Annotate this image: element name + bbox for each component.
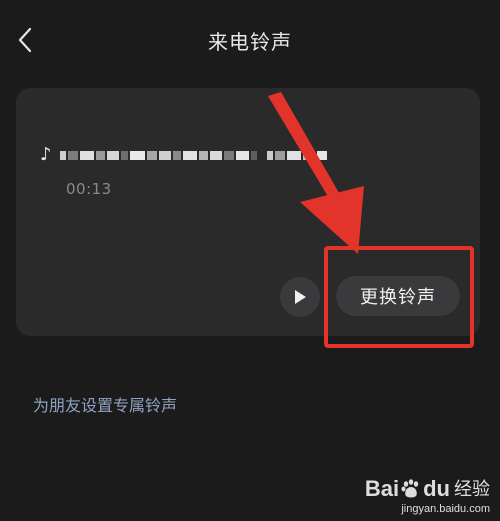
watermark-brand-left: Bai bbox=[364, 476, 400, 501]
ringtone-settings-page: 来电铃声 ♪ 00:13 更换铃声 为朋友设置专属铃声 Bai du 经验 ji… bbox=[0, 0, 500, 521]
baidu-logo: Bai du 经验 bbox=[365, 477, 490, 501]
annotation-highlight-box bbox=[324, 246, 474, 348]
play-button[interactable] bbox=[280, 277, 320, 317]
watermark-url: jingyan.baidu.com bbox=[401, 503, 490, 515]
play-icon bbox=[295, 290, 306, 304]
baidu-paw-icon bbox=[401, 479, 419, 498]
song-name-pixelated bbox=[60, 145, 340, 165]
ringtone-duration: 00:13 bbox=[66, 180, 112, 198]
page-title: 来电铃声 bbox=[208, 30, 292, 54]
baidu-jingyan-watermark: Bai du 经验 jingyan.baidu.com bbox=[365, 477, 490, 516]
music-note-icon: ♪ bbox=[40, 144, 52, 165]
set-friend-ringtone-link[interactable]: 为朋友设置专属铃声 bbox=[33, 392, 177, 416]
watermark-jingyan: 经验 bbox=[454, 479, 490, 499]
watermark-brand-right: du bbox=[423, 476, 450, 501]
